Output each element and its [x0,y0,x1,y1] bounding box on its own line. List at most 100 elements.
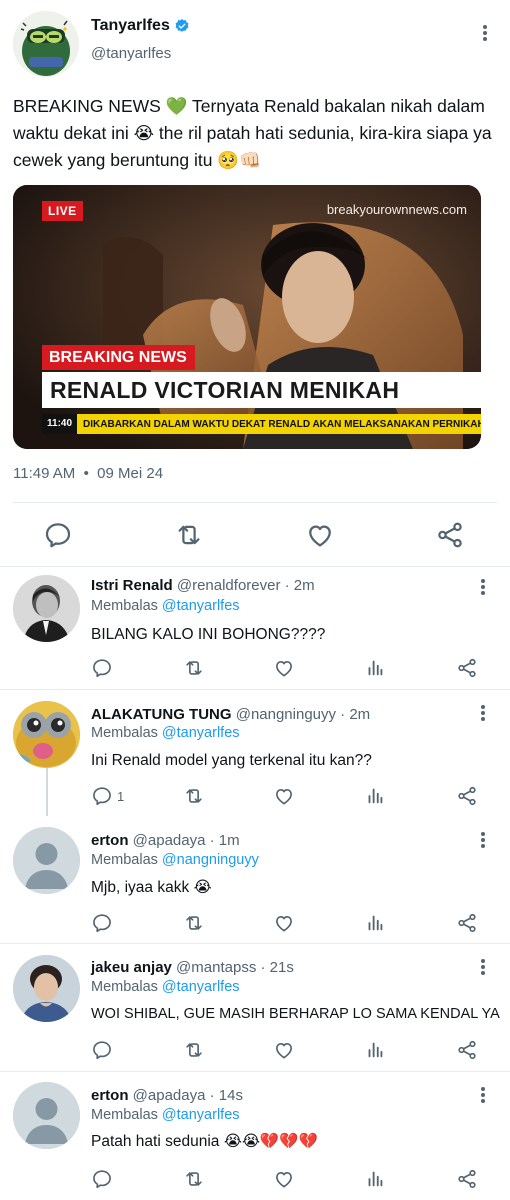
retweet-icon [183,1039,205,1061]
share-button[interactable] [456,911,478,935]
retweet-button[interactable] [183,1167,205,1191]
replying-to: Membalas @tanyarlfes [91,725,240,741]
replying-to-mention[interactable]: @tanyarlfes [162,598,240,614]
reply-button[interactable] [91,656,113,680]
reply-author-name[interactable]: jakeu anjay [91,959,172,976]
like-button[interactable] [273,1167,295,1191]
reply-icon[interactable] [43,520,73,550]
verified-badge-icon [175,19,189,32]
more-vertical-icon[interactable] [480,958,486,976]
retweet-icon[interactable] [174,520,204,550]
avatar[interactable] [13,575,80,642]
views-icon [364,785,386,807]
share-icon[interactable] [435,520,465,550]
reply-button[interactable] [91,1038,113,1062]
reply-item[interactable]: jakeu anjay @mantapss · 21s Membalas @ta… [0,944,510,1071]
news-site-label: breakyourownnews.com [326,202,467,217]
reply-icon [91,785,113,807]
reply-item[interactable]: Istri Renald @renaldforever · 2m Membala… [0,567,510,689]
views-button[interactable] [364,1038,386,1062]
avatar[interactable] [13,1082,80,1149]
divider [13,502,497,503]
retweet-icon [183,657,205,679]
more-vertical-icon[interactable] [480,578,486,596]
reply-icon [91,657,113,679]
share-button[interactable] [456,656,478,680]
heart-icon [273,1039,295,1061]
tweet-timestamp[interactable]: 11:49 AM • 09 Mei 24 [13,465,163,482]
like-button[interactable] [273,911,295,935]
share-icon [456,1039,478,1061]
share-button[interactable] [456,1167,478,1191]
news-image-card[interactable]: LIVE breakyourownnews.com BREAKING NEWS … [13,185,481,449]
views-button[interactable] [364,1167,386,1191]
avatar[interactable] [13,701,80,768]
reply-header: Istri Renald @renaldforever · 2m [91,577,315,594]
replying-to: Membalas @tanyarlfes [91,598,240,614]
reply-author-meta: @renaldforever · 2m [172,577,315,594]
heart-icon[interactable] [305,520,335,550]
replying-to-mention[interactable]: @tanyarlfes [162,725,240,741]
replying-prefix: Membalas [91,1107,162,1123]
reply-item[interactable]: ALAKATUNG TUNG @nangninguyy · 2m Membala… [0,690,510,816]
reply-item[interactable]: erton @apadaya · 1m Membalas @nangninguy… [0,816,510,942]
replying-prefix: Membalas [91,725,162,741]
share-icon [456,1168,478,1190]
main-tweet: Tanyarlfes @tanyarlfes BREAKING NEWS 💚 T… [0,0,510,566]
reply-text: BILANG KALO INI BOHONG???? [91,626,326,643]
replying-to: Membalas @tanyarlfes [91,1107,240,1123]
replying-to-mention[interactable]: @tanyarlfes [162,979,240,995]
share-button[interactable] [456,1038,478,1062]
retweet-button[interactable] [183,656,205,680]
views-button[interactable] [364,784,386,808]
reply-author-name[interactable]: erton [91,832,129,849]
reply-action-bar [0,911,510,935]
reply-action-bar [0,656,510,680]
author-avatar[interactable] [13,11,79,77]
reply-action-bar [0,1038,510,1062]
default-avatar-icon [13,827,80,894]
replying-prefix: Membalas [91,852,162,868]
share-button[interactable] [456,784,478,808]
replying-to-mention[interactable]: @nangninguyy [162,852,259,868]
reply-action-bar [0,1167,510,1191]
retweet-button[interactable] [183,911,205,935]
retweet-button[interactable] [183,1038,205,1062]
views-icon [364,657,386,679]
more-vertical-icon[interactable] [480,831,486,849]
more-vertical-icon[interactable] [480,704,486,722]
views-icon [364,912,386,934]
views-button[interactable] [364,656,386,680]
replying-to-mention[interactable]: @tanyarlfes [162,1107,240,1123]
avatar[interactable] [13,955,80,1022]
author-name[interactable]: Tanyarlfes [91,17,190,35]
breaking-news-label: BREAKING NEWS [42,345,195,370]
like-button[interactable] [273,784,295,808]
reply-text: Mjb, iyaa kakk 😭 [91,879,212,896]
reply-item[interactable]: erton @apadaya · 14s Membalas @tanyarlfe… [0,1072,510,1200]
reply-author-name[interactable]: ALAKATUNG TUNG [91,706,232,723]
views-button[interactable] [364,911,386,935]
live-badge: LIVE [42,201,83,221]
avatar[interactable] [13,827,80,894]
reply-text: Ini Renald model yang terkenal itu kan?? [91,752,372,769]
like-button[interactable] [273,1038,295,1062]
reply-header: erton @apadaya · 14s [91,1087,243,1104]
heart-icon [273,912,295,934]
replying-to: Membalas @tanyarlfes [91,979,240,995]
reply-author-name[interactable]: erton [91,1087,129,1104]
retweet-button[interactable] [183,784,205,808]
reply-button[interactable] [91,1167,113,1191]
news-headline: RENALD VICTORIAN MENIKAH [42,372,481,408]
like-button[interactable] [273,656,295,680]
reply-button[interactable] [91,911,113,935]
ticker-text: DIKABARKAN DALAM WAKTU DEKAT RENALD AKAN… [83,418,481,430]
reply-author-name[interactable]: Istri Renald [91,577,173,594]
author-handle[interactable]: @tanyarlfes [91,45,171,62]
author-name-text[interactable]: Tanyarlfes [91,17,170,35]
news-ticker: 11:40 DIKABARKAN DALAM WAKTU DEKAT RENAL… [42,414,481,434]
more-vertical-icon[interactable] [480,1086,486,1104]
more-vertical-icon[interactable] [482,24,488,42]
reply-header: erton @apadaya · 1m [91,832,240,849]
reply-button[interactable]: 1 [91,784,124,808]
